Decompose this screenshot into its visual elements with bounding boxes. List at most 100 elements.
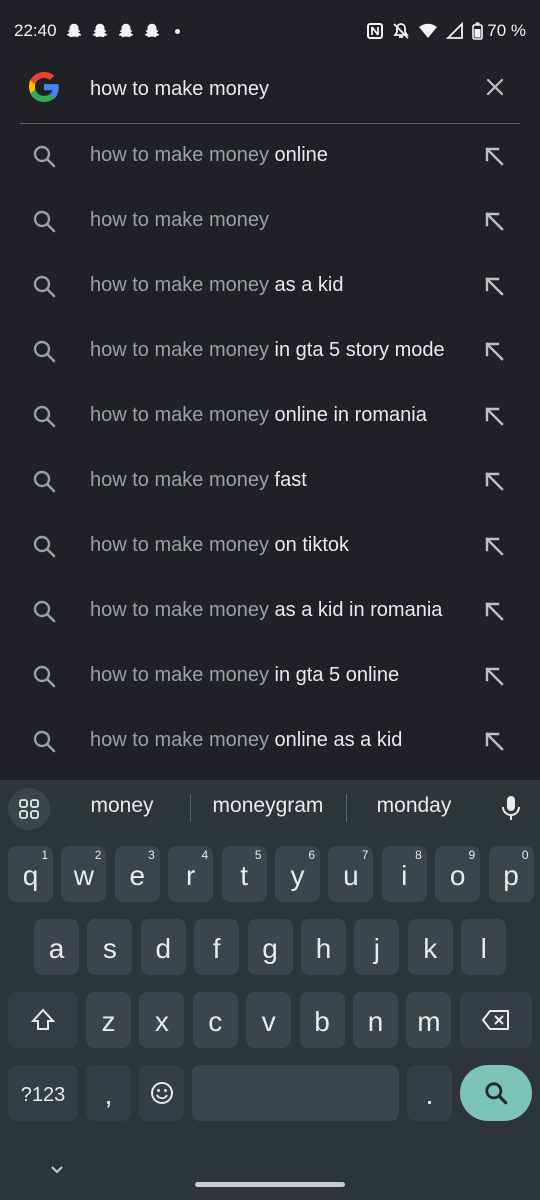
word-suggestion[interactable]: money [62, 794, 182, 818]
suggestion-item[interactable]: how to make money fast [0, 449, 540, 514]
fill-query-arrow-icon[interactable] [482, 144, 506, 168]
clear-button[interactable] [480, 72, 510, 102]
key-m[interactable]: m [406, 992, 452, 1048]
key-hint: 1 [41, 848, 48, 862]
suggestion-suffix: online as a kid [268, 729, 403, 751]
key-h[interactable]: h [301, 919, 346, 975]
suggestion-prefix: how to make money [90, 209, 269, 231]
key-label: k [423, 933, 438, 964]
key-u[interactable]: u7 [328, 846, 374, 902]
status-right: 70 % [366, 21, 526, 41]
key-label: , [104, 1079, 113, 1110]
suggestion-prefix: how to make money [90, 469, 269, 491]
suggestion-item[interactable]: how to make money [0, 189, 540, 254]
key-label: . [425, 1079, 434, 1110]
key-q[interactable]: q1 [8, 846, 53, 902]
fill-query-arrow-icon[interactable] [482, 664, 506, 688]
suggestion-item[interactable]: how to make money online in romania [0, 384, 540, 449]
suggestion-item[interactable]: how to make money online [0, 124, 540, 189]
key-hint: 0 [521, 848, 529, 862]
key-o[interactable]: o9 [435, 846, 481, 902]
key-v[interactable]: v [246, 992, 292, 1048]
search-icon [33, 665, 56, 688]
word-suggestion[interactable]: moneygram [198, 794, 338, 818]
key-s[interactable]: s [87, 919, 133, 975]
microphone-icon[interactable] [498, 794, 524, 822]
key-f[interactable]: f [194, 919, 240, 975]
suggestion-item[interactable]: how to make money as a kid in romania [0, 579, 540, 644]
fill-query-arrow-icon[interactable] [482, 534, 506, 558]
backspace-key[interactable] [460, 992, 532, 1048]
key-label: s [102, 933, 117, 964]
suggestion-item[interactable]: how to make money on tiktok [0, 514, 540, 579]
fill-query-arrow-icon[interactable] [482, 599, 506, 623]
search-input[interactable] [90, 74, 450, 104]
key-label: g [262, 933, 278, 964]
shift-key[interactable] [8, 992, 78, 1048]
suggestion-item[interactable]: how to make money online as a kid [0, 709, 540, 774]
suggestion-item[interactable]: how to make money as a kid [0, 254, 540, 319]
gesture-nav-handle[interactable] [195, 1182, 345, 1187]
fill-query-arrow-icon[interactable] [482, 404, 506, 428]
key-j[interactable]: j [354, 919, 400, 975]
key-d[interactable]: d [140, 919, 186, 975]
snapchat-icon [144, 23, 159, 38]
suggestion-suffix: on tiktok [268, 534, 350, 556]
key-z[interactable]: z [86, 992, 131, 1048]
chevron-down-icon[interactable] [48, 1160, 66, 1178]
key-t[interactable]: t5 [221, 846, 267, 902]
suggestion-text: how to make money as a kid [90, 274, 343, 297]
search-icon [33, 210, 56, 233]
key-label: x [154, 1006, 169, 1037]
emoji-icon [150, 1082, 173, 1104]
search-icon [33, 730, 56, 753]
key-y[interactable]: y6 [275, 846, 320, 902]
symbols-key[interactable]: ?123 [8, 1065, 78, 1121]
key-r[interactable]: r4 [168, 846, 214, 902]
key-label: n [367, 1006, 384, 1037]
key-i[interactable]: i8 [381, 846, 427, 902]
search-icon [33, 600, 56, 623]
space-key[interactable] [192, 1065, 399, 1121]
suggestion-item[interactable]: how to make money in gta 5 online [0, 644, 540, 709]
key-label: r [186, 860, 196, 891]
fill-query-arrow-icon[interactable] [482, 209, 506, 233]
backspace-icon [481, 1010, 509, 1030]
key-label: t [240, 860, 248, 891]
emoji-key[interactable] [139, 1065, 184, 1121]
key-a[interactable]: a [34, 919, 79, 975]
key-x[interactable]: x [139, 992, 185, 1048]
key-c[interactable]: c [192, 992, 238, 1048]
keyboard: money moneygram monday q1w2e3r4t5y6u7i8o… [0, 780, 540, 1200]
suggestion-text: how to make money [90, 209, 269, 232]
key-g[interactable]: g [247, 919, 293, 975]
period-key[interactable]: . [407, 1065, 452, 1121]
key-k[interactable]: k [407, 919, 453, 975]
fill-query-arrow-icon[interactable] [482, 469, 506, 493]
key-b[interactable]: b [299, 992, 345, 1048]
key-l[interactable]: l [461, 919, 507, 975]
key-label: a [48, 933, 65, 964]
key-label: j [373, 933, 380, 964]
key-hint: 5 [254, 848, 262, 862]
key-hint: 3 [148, 848, 155, 862]
fill-query-arrow-icon[interactable] [482, 339, 506, 363]
fill-query-arrow-icon[interactable] [482, 729, 506, 753]
key-label: p [503, 860, 519, 891]
suggestion-prefix: how to make money [90, 144, 269, 166]
word-suggestion[interactable]: monday [354, 794, 474, 818]
key-p[interactable]: p0 [488, 846, 534, 902]
search-key[interactable] [460, 1065, 532, 1121]
suggestion-suffix: in gta 5 online [268, 664, 400, 686]
suggestion-item[interactable]: how to make money in gta 5 story mode [0, 319, 540, 384]
battery-icon [472, 22, 484, 40]
key-w[interactable]: w2 [61, 846, 107, 902]
key-n[interactable]: n [353, 992, 398, 1048]
key-label: ?123 [20, 1083, 66, 1106]
key-e[interactable]: e3 [114, 846, 160, 902]
key-label: z [101, 1006, 116, 1037]
fill-query-arrow-icon[interactable] [482, 274, 506, 298]
keyboard-menu-button[interactable] [8, 788, 50, 830]
shift-icon [30, 1008, 56, 1030]
comma-key[interactable]: , [86, 1065, 131, 1121]
